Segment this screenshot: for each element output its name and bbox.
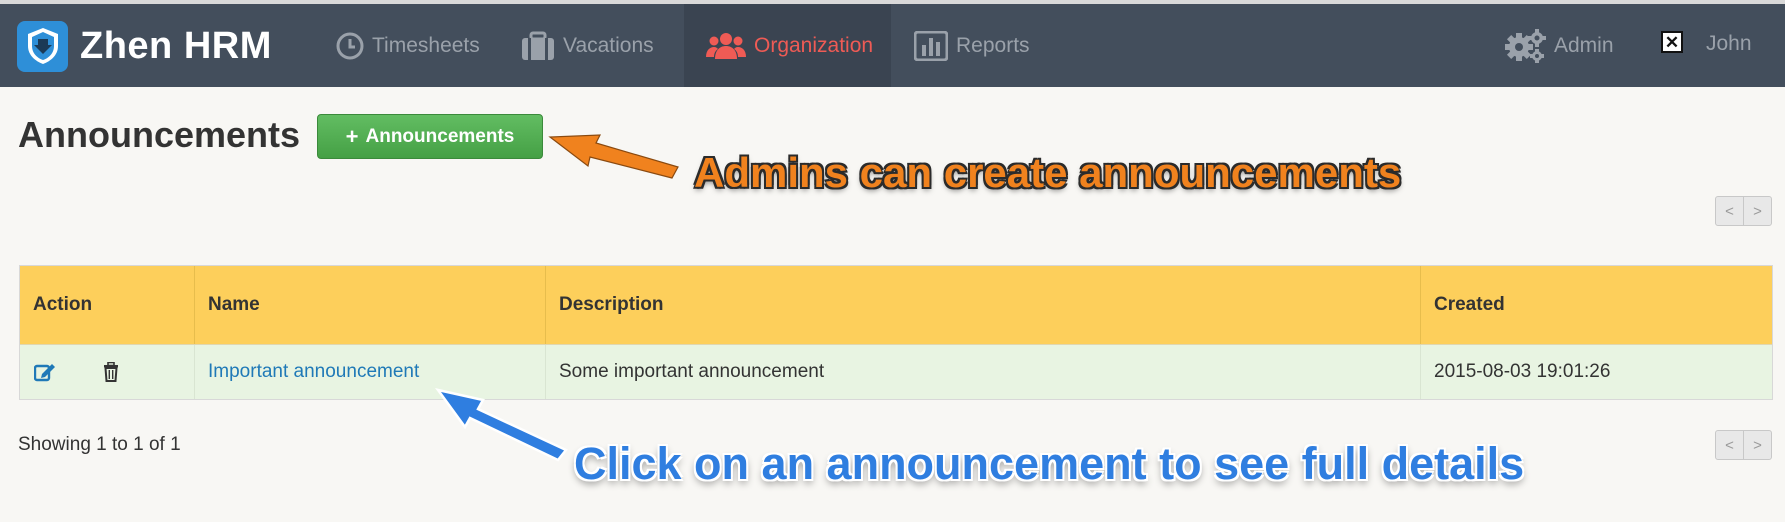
app-frame: Zhen HRM Timesheets Vacations Organizati… <box>0 0 1785 522</box>
callout-click-announcement: Click on an announcement to see full det… <box>574 438 1525 489</box>
